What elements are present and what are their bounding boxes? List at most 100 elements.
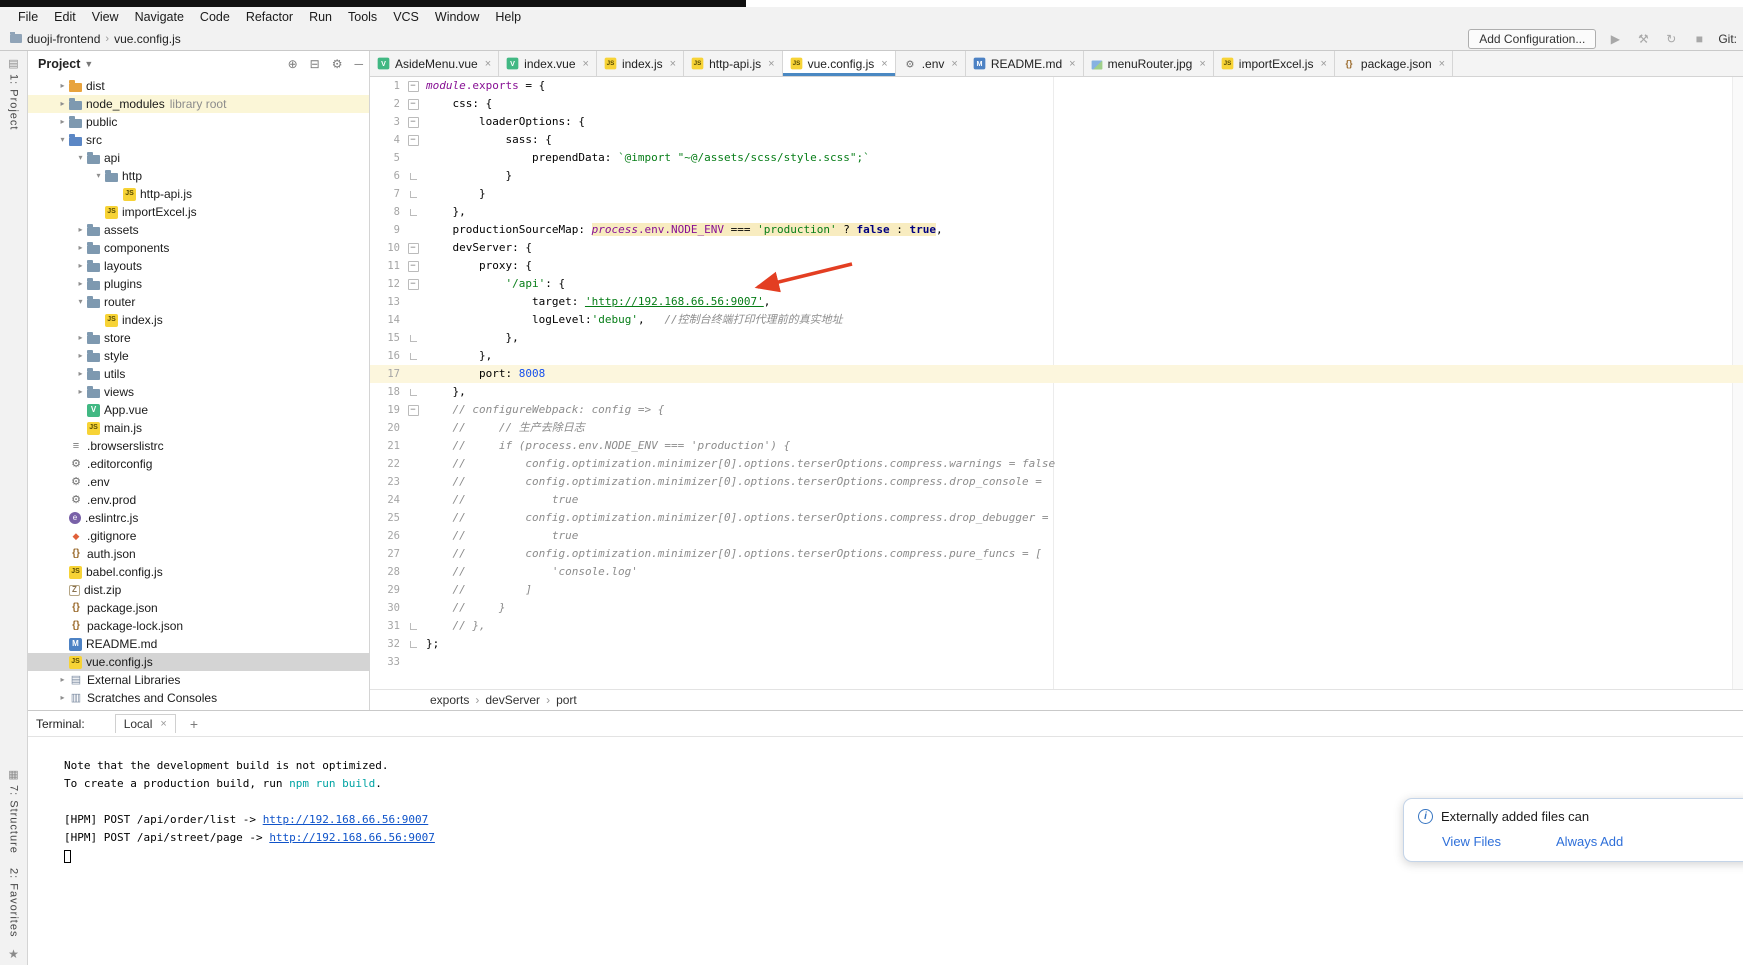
fold-marker-icon[interactable] [404, 635, 422, 653]
tree-chevron-icon[interactable]: ▾ [74, 149, 87, 167]
fold-marker-icon[interactable] [404, 167, 422, 185]
tree-chevron-icon[interactable]: ▾ [92, 167, 105, 185]
fold-marker-icon[interactable] [404, 329, 422, 347]
code-line-2[interactable]: 2 css: { [370, 95, 1743, 113]
tab-http-api-js[interactable]: JShttp-api.js× [684, 51, 782, 76]
tree-chevron-icon[interactable]: ▸ [56, 689, 69, 707]
git-branch-label[interactable]: Git: [1718, 32, 1737, 46]
tree-chevron-icon[interactable]: ▸ [74, 275, 87, 293]
tree-chevron-icon[interactable]: ▸ [74, 329, 87, 347]
tab-close-icon[interactable]: × [1439, 58, 1445, 70]
fold-marker-icon[interactable] [404, 185, 422, 203]
fold-marker-icon[interactable] [404, 77, 422, 95]
terminal-title[interactable]: Terminal: [36, 717, 85, 731]
fold-marker-icon[interactable] [404, 257, 422, 275]
crumb-exports[interactable]: exports [430, 693, 469, 707]
project-view-dropdown-icon[interactable]: ▼ [84, 59, 93, 69]
code-line-27[interactable]: 27 // config.optimization.minimizer[0].o… [370, 545, 1743, 563]
code-line-12[interactable]: 12 '/api': { [370, 275, 1743, 293]
crumb-devserver[interactable]: devServer [485, 693, 540, 707]
code-line-10[interactable]: 10 devServer: { [370, 239, 1743, 257]
code-line-11[interactable]: 11 proxy: { [370, 257, 1743, 275]
fold-marker-icon[interactable] [404, 617, 422, 635]
code-line-28[interactable]: 28 // 'console.log' [370, 563, 1743, 581]
code-line-20[interactable]: 20 // // 生产去除日志 [370, 419, 1743, 437]
code-line-32[interactable]: 32}; [370, 635, 1743, 653]
code-line-8[interactable]: 8 }, [370, 203, 1743, 221]
panel-settings-icon[interactable]: ⚙ [332, 57, 343, 71]
tree-item-auth-json[interactable]: {}auth.json [28, 545, 369, 563]
terminal-link[interactable]: http://192.168.66.56:9007 [263, 813, 429, 826]
code-line-13[interactable]: 13 target: 'http://192.168.66.56:9007', [370, 293, 1743, 311]
tool-button-favorites[interactable]: 2: Favorites [8, 868, 20, 937]
fold-marker-icon[interactable] [404, 113, 422, 131]
tree-item-editorconfig[interactable]: ⚙.editorconfig [28, 455, 369, 473]
tree-item-http[interactable]: ▾http [28, 167, 369, 185]
build-button[interactable]: ⚒ [1634, 32, 1652, 46]
tree-item-views[interactable]: ▸views [28, 383, 369, 401]
menu-item-file[interactable]: File [10, 7, 46, 27]
always-add-link[interactable]: Always Add [1556, 834, 1623, 849]
tree-chevron-icon[interactable]: ▸ [74, 347, 87, 365]
fold-marker-icon[interactable] [404, 275, 422, 293]
tab-close-icon[interactable]: × [1069, 58, 1075, 70]
tree-item-style[interactable]: ▸style [28, 347, 369, 365]
tree-chevron-icon[interactable]: ▸ [56, 95, 69, 113]
tool-button-structure[interactable]: 7: Structure [8, 785, 20, 854]
tree-item-public[interactable]: ▸public [28, 113, 369, 131]
fold-marker-icon[interactable] [404, 203, 422, 221]
code-line-24[interactable]: 24 // true [370, 491, 1743, 509]
tree-chevron-icon[interactable]: ▸ [74, 257, 87, 275]
code-line-29[interactable]: 29 // ] [370, 581, 1743, 599]
menu-item-window[interactable]: Window [427, 7, 487, 27]
tree-chevron-icon[interactable]: ▾ [74, 293, 87, 311]
code-line-15[interactable]: 15 }, [370, 329, 1743, 347]
code-line-6[interactable]: 6 } [370, 167, 1743, 185]
menu-item-tools[interactable]: Tools [340, 7, 385, 27]
tree-item-eslintrc-js[interactable]: e.eslintrc.js [28, 509, 369, 527]
tree-chevron-icon[interactable]: ▸ [74, 239, 87, 257]
code-line-3[interactable]: 3 loaderOptions: { [370, 113, 1743, 131]
tree-chevron-icon[interactable]: ▸ [74, 221, 87, 239]
tree-item-plugins[interactable]: ▸plugins [28, 275, 369, 293]
code-line-21[interactable]: 21 // if (process.env.NODE_ENV === 'prod… [370, 437, 1743, 455]
code-line-7[interactable]: 7 } [370, 185, 1743, 203]
menu-item-refactor[interactable]: Refactor [238, 7, 301, 27]
tab-importexcel-js[interactable]: JSimportExcel.js× [1214, 51, 1335, 76]
tab-menurouter-jpg[interactable]: menuRouter.jpg× [1084, 51, 1214, 76]
code-line-19[interactable]: 19 // configureWebpack: config => { [370, 401, 1743, 419]
tree-item-http-api-js[interactable]: JShttp-api.js [28, 185, 369, 203]
tab-close-icon[interactable]: × [768, 58, 774, 70]
tree-item-dist[interactable]: ▸dist [28, 77, 369, 95]
tab-close-icon[interactable]: × [1320, 58, 1326, 70]
fold-marker-icon[interactable] [404, 383, 422, 401]
menu-item-view[interactable]: View [84, 7, 127, 27]
tab-env[interactable]: ⚙.env× [896, 51, 966, 76]
menu-item-code[interactable]: Code [192, 7, 238, 27]
terminal-tab-close-icon[interactable]: × [160, 718, 166, 730]
tree-item-index-js[interactable]: JSindex.js [28, 311, 369, 329]
tree-item-layouts[interactable]: ▸layouts [28, 257, 369, 275]
tab-index-js[interactable]: JSindex.js× [597, 51, 684, 76]
tree-chevron-icon[interactable]: ▸ [74, 365, 87, 383]
code-line-30[interactable]: 30 // } [370, 599, 1743, 617]
tab-close-icon[interactable]: × [670, 58, 676, 70]
code-line-17[interactable]: 17 port: 8008 [370, 365, 1743, 383]
tree-item-main-js[interactable]: JSmain.js [28, 419, 369, 437]
fold-marker-icon[interactable] [404, 239, 422, 257]
code-line-18[interactable]: 18 }, [370, 383, 1743, 401]
tree-chevron-icon[interactable]: ▸ [74, 383, 87, 401]
hide-panel-icon[interactable]: ─ [354, 57, 363, 71]
code-line-1[interactable]: 1module.exports = { [370, 77, 1743, 95]
tree-item-utils[interactable]: ▸utils [28, 365, 369, 383]
code-line-5[interactable]: 5 prependData: `@import "~@/assets/scss/… [370, 149, 1743, 167]
new-terminal-icon[interactable]: + [190, 716, 198, 732]
tree-chevron-icon[interactable]: ▾ [56, 131, 69, 149]
tree-chevron-icon[interactable]: ▸ [56, 113, 69, 131]
crumb-port[interactable]: port [556, 693, 577, 707]
tree-item-dist-zip[interactable]: Zdist.zip [28, 581, 369, 599]
code-line-22[interactable]: 22 // config.optimization.minimizer[0].o… [370, 455, 1743, 473]
tree-item-babel-config-js[interactable]: JSbabel.config.js [28, 563, 369, 581]
tab-asidemenu-vue[interactable]: VAsideMenu.vue× [370, 51, 499, 76]
tool-button-project[interactable]: 1: Project [8, 74, 20, 130]
